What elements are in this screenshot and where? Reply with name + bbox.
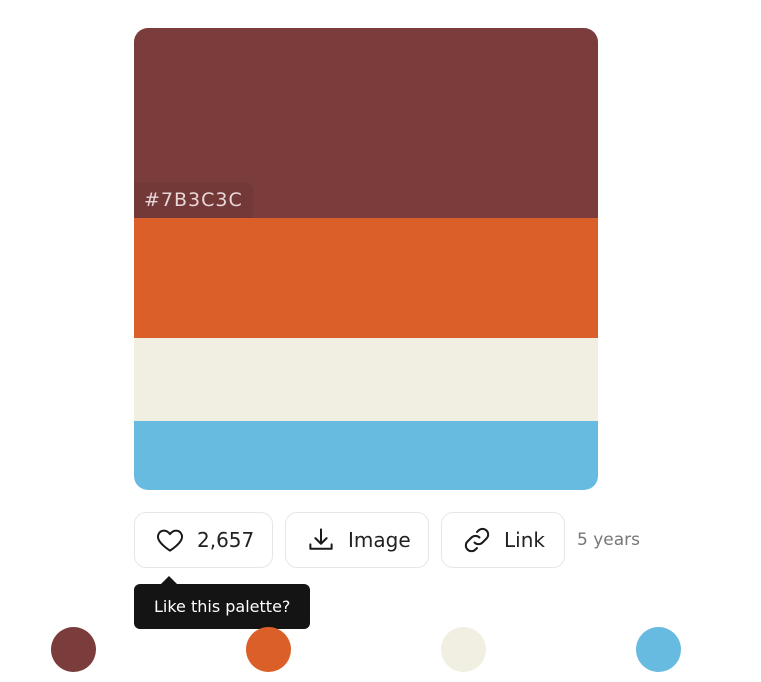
- color-dot[interactable]: [441, 627, 486, 672]
- color-swatch[interactable]: #7B3C3C: [134, 28, 598, 218]
- download-icon: [306, 525, 336, 555]
- download-image-button[interactable]: Image: [285, 512, 429, 568]
- hex-code-label[interactable]: #7B3C3C: [134, 182, 253, 218]
- color-swatch[interactable]: [134, 218, 598, 338]
- palette-page: #7B3C3C 2,657 Image Link 5 years Like th…: [0, 0, 761, 682]
- heart-icon: [155, 525, 185, 555]
- like-button[interactable]: 2,657: [134, 512, 273, 568]
- palette-actions: 2,657 Image Link 5 years: [134, 512, 640, 568]
- palette-age: 5 years: [577, 530, 641, 550]
- copy-link-button[interactable]: Link: [441, 512, 565, 568]
- color-dot[interactable]: [636, 627, 681, 672]
- like-tooltip: Like this palette?: [134, 584, 311, 629]
- link-label: Link: [504, 528, 545, 552]
- color-swatch[interactable]: [134, 421, 598, 490]
- image-label: Image: [348, 528, 411, 552]
- color-dot[interactable]: [51, 627, 96, 672]
- color-swatch[interactable]: [134, 338, 598, 421]
- link-icon: [462, 525, 492, 555]
- color-dot[interactable]: [246, 627, 291, 672]
- palette-card[interactable]: #7B3C3C: [134, 28, 598, 490]
- like-count: 2,657: [197, 528, 255, 552]
